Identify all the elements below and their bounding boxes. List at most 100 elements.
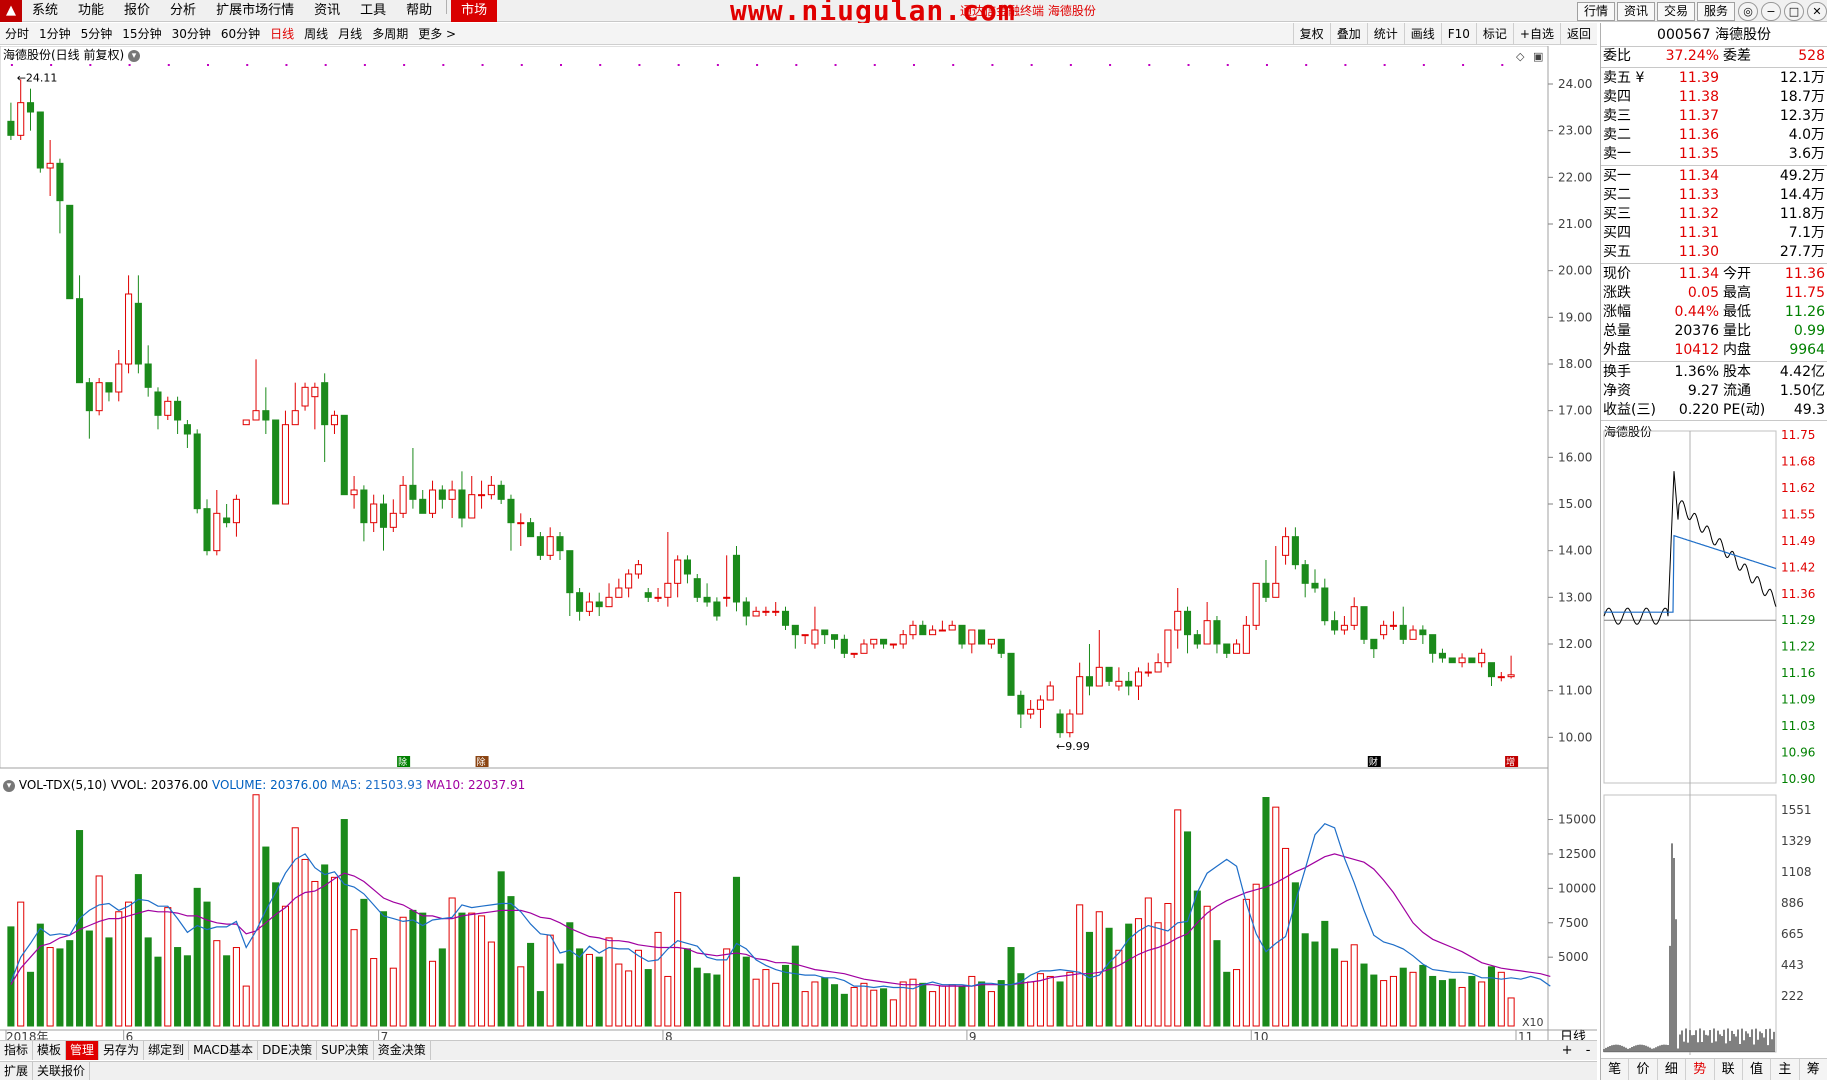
- indicator-tab-7[interactable]: SUP决策: [317, 1041, 374, 1060]
- volume-bar[interactable]: [880, 988, 888, 1027]
- volume-bar[interactable]: [1507, 997, 1515, 1027]
- period-tab-1[interactable]: 1分钟: [34, 23, 76, 45]
- quote-tab-4[interactable]: 联: [1715, 1059, 1743, 1080]
- bids-row-0[interactable]: 买一 11.34 49.2万: [1601, 167, 1827, 186]
- candle-body[interactable]: [880, 638, 888, 645]
- close-icon[interactable]: ✕: [1807, 1, 1827, 21]
- bids-row-3[interactable]: 买四 11.31 7.1万: [1601, 224, 1827, 243]
- top-button-2[interactable]: 交易: [1656, 1, 1695, 21]
- candle-body[interactable]: [497, 484, 505, 500]
- volume-bar[interactable]: [517, 966, 525, 1027]
- volume-bar[interactable]: [1370, 974, 1378, 1027]
- candle-body[interactable]: [75, 298, 84, 384]
- asks-row-4[interactable]: 卖一 11.35 3.6万: [1601, 145, 1827, 164]
- candle-body[interactable]: [605, 596, 613, 608]
- candle-body[interactable]: [458, 489, 466, 519]
- volume-bar[interactable]: [193, 887, 201, 1027]
- candle-body[interactable]: [144, 363, 152, 388]
- period-tab-4[interactable]: 30分钟: [167, 23, 216, 45]
- candle-body[interactable]: [664, 582, 672, 598]
- volume-bar[interactable]: [1056, 981, 1064, 1027]
- candle-body[interactable]: [693, 578, 701, 598]
- quote-tab-2[interactable]: 细: [1658, 1059, 1687, 1080]
- candle-body[interactable]: [1183, 610, 1192, 636]
- chart-tool-6[interactable]: +自选: [1512, 23, 1560, 45]
- candle-body[interactable]: [1174, 610, 1182, 631]
- quote-tab-7[interactable]: 筹: [1800, 1059, 1827, 1080]
- candle-body[interactable]: [242, 419, 250, 426]
- volume-bar[interactable]: [1252, 883, 1260, 1027]
- candle-body[interactable]: [1291, 536, 1299, 566]
- indicator-tab-4[interactable]: 绑定到: [144, 1041, 190, 1060]
- volume-bar[interactable]: [419, 912, 427, 1027]
- volume-bar[interactable]: [850, 986, 858, 1027]
- period-tab-8[interactable]: 月线: [333, 23, 367, 45]
- volume-bar[interactable]: [370, 958, 378, 1027]
- volume-bar[interactable]: [340, 819, 348, 1027]
- volume-indicator-name[interactable]: VOL-TDX(5,10): [19, 778, 107, 792]
- candle-body[interactable]: [772, 610, 780, 613]
- period-tab-7[interactable]: 周线: [299, 23, 333, 45]
- candle-body[interactable]: [968, 629, 976, 645]
- menu-item-6[interactable]: 工具: [350, 0, 396, 22]
- candle-body[interactable]: [85, 382, 93, 412]
- volume-bar[interactable]: [1203, 905, 1211, 1027]
- menu-item-2[interactable]: 报价: [114, 0, 160, 22]
- volume-bar[interactable]: [1115, 949, 1123, 1027]
- period-tab-3[interactable]: 15分钟: [117, 23, 166, 45]
- volume-bar[interactable]: [85, 930, 93, 1027]
- volume-bar[interactable]: [1174, 809, 1182, 1027]
- candle-body[interactable]: [36, 111, 44, 169]
- volume-bar[interactable]: [1487, 966, 1496, 1027]
- period-tab-5[interactable]: 60分钟: [216, 23, 265, 45]
- menu-item-1[interactable]: 功能: [68, 0, 114, 22]
- candle-body[interactable]: [428, 489, 437, 514]
- volume-bar[interactable]: [1193, 890, 1201, 1027]
- candle-body[interactable]: [1095, 666, 1103, 687]
- intraday-chart[interactable]: 11.75 11.68 11.62 11.55 11.49 11.42 11.36 11.29…: [1601, 423, 1827, 1055]
- candle-body[interactable]: [1331, 620, 1339, 631]
- candle-body[interactable]: [301, 386, 309, 407]
- candle-body[interactable]: [1262, 582, 1270, 598]
- volume-bar[interactable]: [1331, 948, 1339, 1027]
- candle-body[interactable]: [1017, 694, 1025, 715]
- diamond-icon[interactable]: ◇: [1516, 50, 1525, 63]
- volume-bar[interactable]: [1350, 944, 1358, 1027]
- volume-bar[interactable]: [1409, 971, 1417, 1027]
- candle-body[interactable]: [487, 484, 495, 496]
- bids-row-4[interactable]: 买五 11.30 27.7万: [1601, 243, 1827, 262]
- volume-bar[interactable]: [919, 982, 927, 1027]
- volume-bar[interactable]: [585, 953, 593, 1027]
- volume-bar[interactable]: [546, 934, 554, 1027]
- candle-body[interactable]: [409, 484, 417, 500]
- candle-body[interactable]: [566, 550, 574, 594]
- candle-body[interactable]: [1399, 624, 1407, 640]
- candle-body[interactable]: [311, 386, 319, 398]
- candle-body[interactable]: [340, 414, 348, 496]
- candle-body[interactable]: [370, 503, 378, 524]
- bids-row-2[interactable]: 买三 11.32 11.8万: [1601, 205, 1827, 224]
- volume-bar[interactable]: [821, 977, 829, 1027]
- volume-bar[interactable]: [1223, 971, 1231, 1027]
- candle-body[interactable]: [262, 410, 270, 421]
- volume-bar[interactable]: [625, 970, 633, 1027]
- candle-body[interactable]: [1066, 713, 1074, 734]
- volume-bar[interactable]: [889, 999, 897, 1027]
- asks-row-0[interactable]: 卖五 ¥ 11.39 12.1万: [1601, 69, 1827, 88]
- volume-bar[interactable]: [674, 891, 682, 1027]
- volume-bar[interactable]: [389, 967, 397, 1027]
- volume-bar[interactable]: [1311, 941, 1319, 1027]
- candle-body[interactable]: [154, 391, 162, 416]
- candle-body[interactable]: [1134, 671, 1143, 687]
- candle-body[interactable]: [1125, 680, 1133, 687]
- volume-bar[interactable]: [870, 989, 878, 1027]
- candle-body[interactable]: [1027, 708, 1035, 715]
- asks-row-2[interactable]: 卖三 11.37 12.3万: [1601, 107, 1827, 126]
- indicator-tab-3[interactable]: 另存为: [99, 1041, 145, 1060]
- candle-body[interactable]: [683, 559, 692, 575]
- candle-body[interactable]: [1487, 662, 1496, 678]
- volume-bar[interactable]: [1458, 986, 1466, 1027]
- bids-row-1[interactable]: 买二 11.33 14.4万: [1601, 186, 1827, 205]
- candle-body[interactable]: [26, 102, 35, 113]
- candle-body[interactable]: [752, 610, 760, 617]
